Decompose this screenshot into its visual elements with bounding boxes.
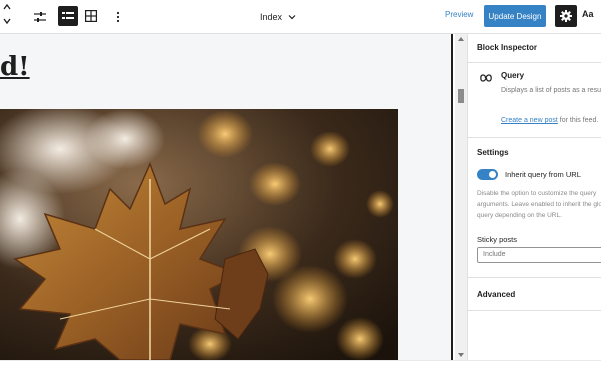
advanced-panel-toggle[interactable]: Advanced (477, 290, 515, 299)
document-title-dropdown[interactable]: Index (260, 8, 296, 26)
scroll-down-icon[interactable] (458, 353, 464, 357)
post-title[interactable]: d! (0, 52, 30, 82)
preview-button[interactable]: Preview (445, 10, 473, 19)
create-post-suffix: for this feed. (557, 117, 599, 124)
canvas-divider (451, 34, 453, 360)
divider (468, 62, 601, 63)
editor-canvas[interactable]: d! (0, 34, 452, 360)
scroll-thumb[interactable] (458, 89, 464, 103)
create-post-link[interactable]: Create a new post (501, 117, 558, 124)
sidebar-scrollbar[interactable] (455, 34, 468, 360)
divider (468, 277, 601, 278)
block-description: Displays a list of posts as a result of … (501, 87, 601, 94)
inherit-query-help: Disable the option to customize the quer… (477, 190, 601, 219)
more-options-button[interactable] (110, 6, 126, 28)
settings-button[interactable] (555, 5, 577, 27)
update-design-button[interactable]: Update Design (484, 5, 546, 27)
toggle-knob (489, 171, 496, 178)
bottom-bar (0, 360, 601, 373)
sticky-posts-select[interactable]: Include (477, 247, 601, 263)
sticky-posts-label: Sticky posts (477, 235, 518, 244)
editor-toolbar: Index Preview Update Design Aa (0, 0, 601, 34)
chevron-down-icon[interactable] (2, 16, 12, 26)
inherit-query-label[interactable]: Inherit query from URL (505, 170, 581, 179)
settings-panel-toggle[interactable]: Settings (477, 148, 509, 157)
query-loop-icon (480, 74, 492, 82)
gear-icon (560, 10, 572, 22)
divider (468, 310, 601, 311)
sliders-icon (34, 12, 46, 22)
block-inspector-sidebar: Block Inspector Query Displays a list of… (468, 34, 601, 360)
create-post-line: Create a new post for this feed. (501, 117, 598, 124)
document-title: Index (260, 12, 283, 22)
grid-icon (85, 10, 97, 22)
list-view-icon (62, 12, 74, 19)
list-view-button[interactable] (58, 6, 78, 26)
template-parts-button[interactable] (81, 6, 101, 26)
autumn-leaf-image (0, 109, 398, 360)
divider (468, 137, 601, 138)
panel-title: Block Inspector (477, 43, 538, 52)
inherit-query-toggle[interactable] (477, 169, 498, 180)
more-vertical-icon (116, 11, 120, 23)
featured-image[interactable] (0, 109, 398, 360)
chevron-down-icon (288, 15, 296, 20)
scroll-up-icon[interactable] (458, 37, 464, 41)
tools-button[interactable] (29, 6, 51, 28)
styles-button[interactable]: Aa (582, 9, 594, 19)
chevron-up-icon[interactable] (2, 2, 12, 12)
block-name: Query (501, 71, 525, 80)
